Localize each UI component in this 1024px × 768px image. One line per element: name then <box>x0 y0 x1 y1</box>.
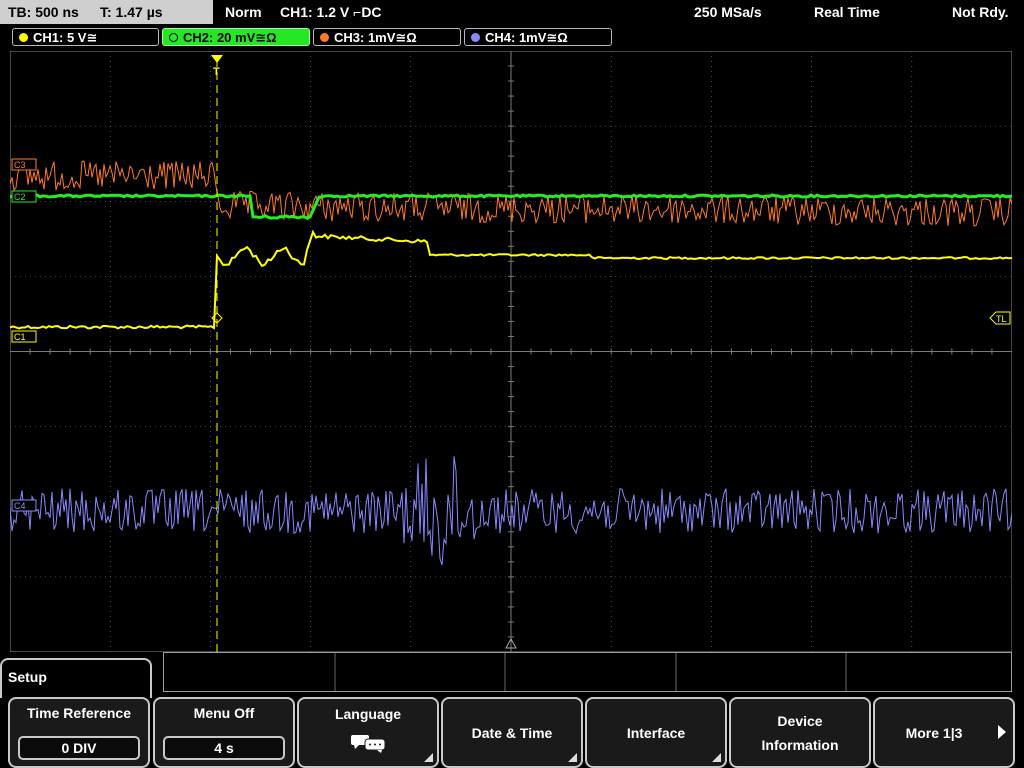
time-reference-button[interactable]: Time Reference 0 DIV <box>8 697 150 768</box>
trigger-state: Not Rdy. <box>952 4 1009 20</box>
trigger-level-label: TL <box>996 314 1007 324</box>
submenu-corner-icon <box>424 753 433 762</box>
ch1-label: CH1: 5 V≅ <box>33 30 98 45</box>
ch1-color-dot <box>19 33 28 42</box>
channel-tab-ch3[interactable]: CH3: 1mV≅Ω <box>313 28 461 46</box>
ch1-level-marker[interactable]: C1 <box>11 330 37 343</box>
interface-button[interactable]: Interface <box>585 697 727 768</box>
date-time-label: Date & Time <box>471 725 553 741</box>
ch3-marker-label: C3 <box>14 160 26 170</box>
date-time-button[interactable]: Date & Time <box>441 697 583 768</box>
ch2-color-dot <box>169 33 178 42</box>
time-reference-label: Time Reference <box>26 705 131 721</box>
device-information-label-line1: Device <box>777 713 823 729</box>
ch3-color-dot <box>320 33 329 42</box>
language-button[interactable]: Language <box>297 697 439 768</box>
interface-label: Interface <box>626 725 686 741</box>
sample-rate: 250 MSa/s <box>694 4 762 20</box>
ch2-level-marker[interactable]: C2 <box>11 190 37 203</box>
ch2-label: CH2: 20 mV≅Ω <box>183 30 277 45</box>
next-page-arrow-icon <box>998 725 1006 739</box>
more-button[interactable]: More 1|3 <box>873 697 1015 768</box>
info-area-lines <box>334 653 847 691</box>
ch4-color-dot <box>471 33 480 42</box>
ch3-level-marker[interactable]: C3 <box>11 158 37 171</box>
ch1-marker-label: C1 <box>14 332 26 342</box>
acquisition-mode: Real Time <box>814 4 880 20</box>
menu-off-label: Menu Off <box>193 705 255 721</box>
menu-title: Setup <box>8 669 47 685</box>
ch4-label: CH4: 1mV≅Ω <box>485 30 568 45</box>
timebase-box[interactable]: TB: 500 ns T: 1.47 µs <box>0 0 213 24</box>
device-information-label-line2: Information <box>761 737 839 753</box>
trigger-time-value: T: 1.47 µs <box>100 4 163 20</box>
timebase-value: TB: 500 ns <box>8 4 79 20</box>
submenu-corner-icon <box>568 753 577 762</box>
menu-info-area <box>163 652 1012 692</box>
channel-tab-ch1[interactable]: CH1: 5 V≅ <box>12 28 159 46</box>
ch4-level-marker[interactable]: C4 <box>11 499 37 512</box>
time-reference-value: 0 DIV <box>18 736 140 760</box>
status-bar: TB: 500 ns T: 1.47 µs Norm CH1: 1.2 V ⌐D… <box>0 0 1024 26</box>
menu-off-button[interactable]: Menu Off 4 s <box>153 697 295 768</box>
ch4-marker-label: C4 <box>14 501 26 511</box>
trigger-source[interactable]: CH1: 1.2 V ⌐DC <box>280 0 382 24</box>
menu-off-value: 4 s <box>163 736 285 760</box>
trigger-pos-label: T <box>213 66 220 78</box>
language-label: Language <box>334 706 402 722</box>
submenu-corner-icon <box>712 753 721 762</box>
channel-tab-ch4[interactable]: CH4: 1mV≅Ω <box>464 28 612 46</box>
device-information-button[interactable]: Device Information <box>729 697 871 768</box>
more-label: More 1|3 <box>905 725 963 741</box>
ch2-marker-label: C2 <box>14 192 26 202</box>
trigger-mode[interactable]: Norm <box>225 0 262 24</box>
speech-bubble-icon <box>351 735 386 753</box>
ch3-label: CH3: 1mV≅Ω <box>334 30 417 45</box>
waveform-display[interactable]: T C3 C2 C1 C4 TL <box>10 51 1012 652</box>
channel-tab-ch2[interactable]: CH2: 20 mV≅Ω <box>162 28 310 46</box>
